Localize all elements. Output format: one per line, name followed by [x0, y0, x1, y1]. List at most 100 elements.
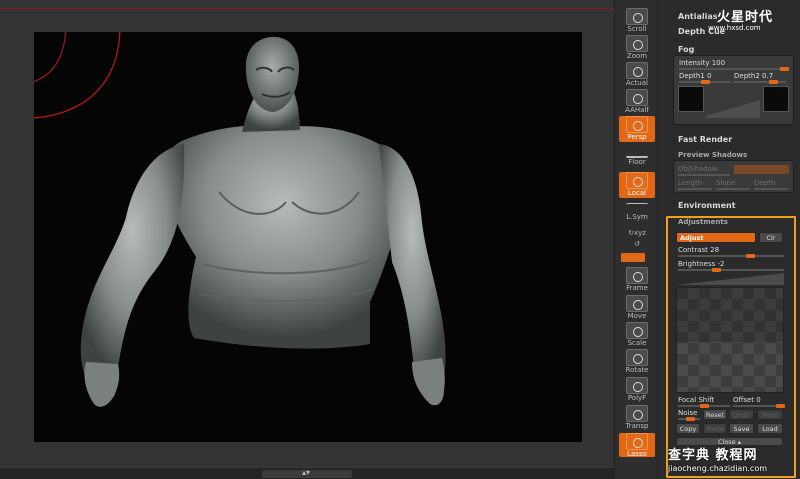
adjust-curve-editor[interactable] [676, 287, 784, 393]
lasso-icon [626, 433, 648, 450]
length-slider[interactable]: Length [678, 179, 712, 190]
rotate-label: Rotate [625, 366, 649, 374]
scroll-button[interactable]: Scroll [619, 8, 655, 34]
clr-button[interactable]: Clr [759, 232, 783, 243]
move-hand-icon [626, 295, 648, 312]
fog-depth1-label: Depth1 [679, 72, 705, 80]
zoom-icon [626, 35, 648, 52]
adjust-ramp [676, 273, 784, 285]
copy-button[interactable]: Copy [676, 423, 700, 434]
zoom-label: Zoom [626, 52, 648, 60]
fast-render-item[interactable]: Fast Render [678, 135, 732, 144]
fog-depth1-slider[interactable]: Depth1 0 [679, 72, 731, 84]
render-panel: Antialias Depth Cue Fog Intensity 100 De… [660, 0, 800, 479]
watermark-bottom: 查字典 教程网 [668, 448, 758, 463]
contrast-label: Contrast [678, 246, 708, 254]
frame-button[interactable]: Frame [619, 267, 655, 293]
focal-shift-label: Focal Shift [678, 396, 715, 404]
canvas-bottom-bar: ▴▾ [0, 467, 614, 479]
depth-slider[interactable]: Depth [754, 179, 788, 190]
rotate-z-toggle[interactable] [621, 253, 645, 262]
contrast-slider[interactable]: Contrast 28 [678, 246, 784, 258]
offset-label: Offset [733, 396, 755, 404]
adjust-button[interactable]: Adjust [676, 232, 756, 243]
canvas-resize-handle[interactable]: ▴▾ [262, 468, 352, 478]
rotate-button[interactable]: Rotate [619, 349, 655, 375]
transp-label: Transp [625, 422, 649, 430]
depth-label: Depth [754, 179, 776, 187]
lasso-label: Lasso [627, 450, 647, 458]
aahalf-label: AAHalf [625, 106, 649, 114]
aahalf-button[interactable]: AAHalf [619, 89, 655, 115]
fog-depth1-value: 0 [707, 72, 712, 80]
redo-button[interactable]: Redo [757, 409, 783, 420]
fog-color-far-swatch[interactable] [763, 86, 789, 112]
fog-title[interactable]: Fog [678, 45, 694, 54]
frame-icon [626, 267, 648, 284]
frame-label: Frame [626, 284, 648, 292]
preview-shadows-title[interactable]: Preview Shadows [678, 151, 747, 159]
offset-slider[interactable]: Offset 0 [733, 396, 785, 408]
fog-curve[interactable] [706, 92, 760, 118]
local-icon [626, 172, 648, 189]
fog-intensity-slider[interactable]: Intensity 100 [679, 59, 789, 71]
xyz-axis-toggle[interactable]: ↻xyz [619, 229, 655, 237]
aahalf-icon [626, 89, 648, 106]
fog-depth2-slider[interactable]: Depth2 0.7 [734, 72, 786, 84]
contrast-value: 28 [710, 246, 720, 254]
actual-label: Actual [626, 79, 648, 87]
rotate-y-toggle[interactable]: ↺ [619, 240, 655, 248]
zoom-button[interactable]: Zoom [619, 35, 655, 61]
brightness-label: Brightness [678, 260, 716, 268]
undo-button[interactable]: Undo [729, 409, 754, 420]
brightness-slider[interactable]: Brightness -2 [678, 260, 784, 272]
paste-button[interactable]: Paste [703, 423, 727, 434]
watermark-top: 火星时代 [717, 10, 774, 25]
brush-cursor-ring [34, 32, 121, 119]
polyf-button[interactable]: PolyF [619, 377, 655, 403]
document-canvas[interactable] [34, 32, 582, 442]
rotate-y-icon: ↺ [634, 240, 640, 248]
local-button[interactable]: Local [619, 172, 655, 198]
persp-button[interactable]: Persp [619, 116, 655, 142]
obj-shadow-slider[interactable]: ObjShadow [678, 165, 730, 176]
transp-button[interactable]: Transp [619, 405, 655, 431]
symmetry-arrows-icon [626, 203, 648, 213]
environment-item[interactable]: Environment [678, 201, 736, 210]
local-label: Local [627, 189, 647, 197]
rotate-icon [626, 349, 648, 366]
adjustments-title[interactable]: Adjustments [678, 218, 728, 226]
length-label: Length [678, 179, 703, 187]
chevron-updown-icon: ▴▾ [302, 468, 311, 477]
focal-shift-slider[interactable]: Focal Shift [678, 396, 730, 408]
load-button[interactable]: Load [757, 423, 783, 434]
xyz-label: xyz [633, 229, 646, 237]
floor-button[interactable]: Floor [619, 146, 655, 172]
floor-icon [626, 146, 648, 158]
noise-label: Noise [678, 409, 698, 417]
noise-slider[interactable]: Noise [678, 409, 700, 421]
scale-button[interactable]: Scale [619, 322, 655, 348]
canvas-area[interactable]: ▴▾ [0, 0, 614, 479]
fog-box: Intensity 100 Depth1 0 Depth2 0.7 [673, 55, 794, 125]
actual-button[interactable]: Actual [619, 62, 655, 88]
fog-color-near-swatch[interactable] [678, 86, 704, 112]
move-label: Move [627, 312, 647, 320]
antialias-item[interactable]: Antialias [678, 12, 718, 21]
fog-depth2-value: 0.7 [762, 72, 774, 80]
lasso-button[interactable]: Lasso [619, 433, 655, 458]
scroll-icon [626, 8, 648, 25]
slope-slider[interactable]: Slope [716, 179, 750, 190]
shadow-color-swatch[interactable] [734, 165, 789, 174]
watermark-bottom-url: jiaocheng.chazidian.com [668, 464, 768, 473]
obj-shadow-label: ObjShadow [678, 165, 718, 173]
reset-button[interactable]: Reset [703, 409, 727, 420]
scale-label: Scale [627, 339, 647, 347]
offset-value: 0 [756, 396, 761, 404]
save-button[interactable]: Save [729, 423, 754, 434]
lsym-button[interactable]: L.Sym [619, 203, 655, 229]
persp-label: Persp [627, 133, 647, 141]
brightness-value: -2 [717, 260, 725, 268]
move-button[interactable]: Move [619, 295, 655, 321]
fog-intensity-value: 100 [711, 59, 726, 67]
